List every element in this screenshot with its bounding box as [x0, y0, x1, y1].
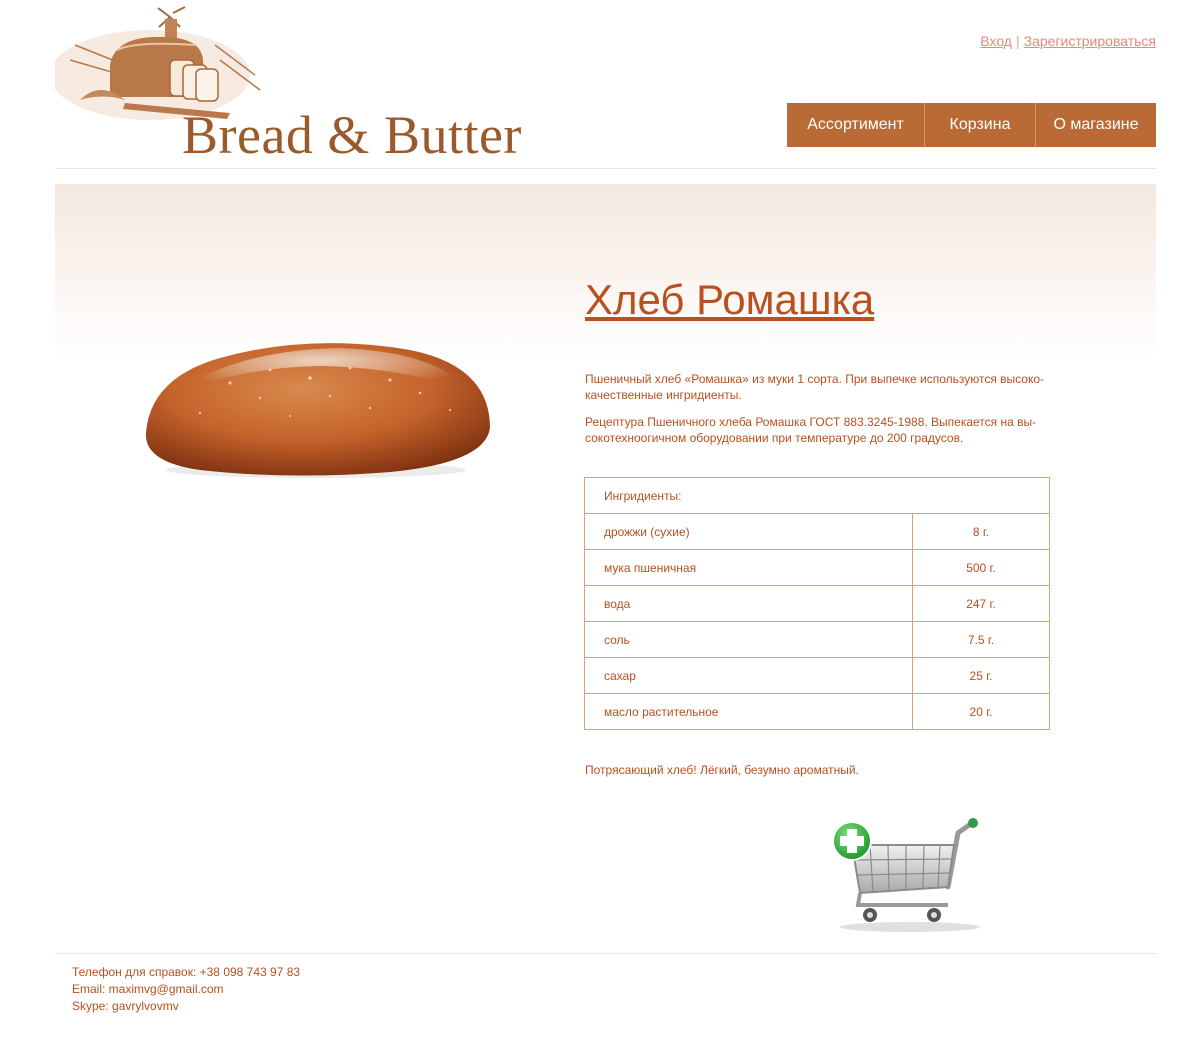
ingredients-header: Ингридиенты: — [584, 477, 1050, 514]
product-recipe: Рецептура Пшеничного хлеба Ромашка ГОСТ … — [585, 415, 1037, 445]
table-row: дрожжи (сухие) 8 г. — [584, 513, 1050, 550]
product-description: Пшеничный хлеб «Ромашка» из муки 1 сорта… — [585, 372, 1045, 402]
header-divider — [55, 168, 1156, 169]
footer-divider — [55, 953, 1156, 954]
ingredient-amount: 7.5 г. — [912, 621, 1050, 658]
ingredient-name: мука пшеничная — [584, 549, 913, 586]
auth-links: Вход | Зарегистрироваться — [980, 33, 1156, 49]
add-to-cart-icon[interactable] — [830, 815, 990, 935]
ingredient-amount: 25 г. — [912, 657, 1050, 694]
table-row: сахар 25 г. — [584, 657, 1050, 694]
ingredient-amount: 247 г. — [912, 585, 1050, 622]
register-link[interactable]: Зарегистрироваться — [1024, 33, 1156, 49]
ingredient-amount: 20 г. — [912, 693, 1050, 730]
table-row: масло растительное 20 г. — [584, 693, 1050, 730]
table-row: мука пшеничная 500 г. — [584, 549, 1050, 586]
ingredient-amount: 500 г. — [912, 549, 1050, 586]
product-image — [145, 343, 490, 478]
ingredient-name: дрожжи (сухие) — [584, 513, 913, 550]
footer: Телефон для справок: +38 098 743 97 83 E… — [72, 964, 300, 1015]
ingredient-name: масло растительное — [584, 693, 913, 730]
nav-item-cart[interactable]: Корзина — [924, 103, 1035, 147]
footer-email: Email: maximvg@gmail.com — [72, 982, 224, 996]
ingredients-header-row: Ингридиенты: — [584, 477, 1050, 514]
ingredient-name: сахар — [584, 657, 913, 694]
table-row: вода 247 г. — [584, 585, 1050, 622]
nav-item-assortment[interactable]: Ассортимент — [787, 103, 924, 147]
footer-skype: Skype: gavrylvovmv — [72, 999, 179, 1013]
product-note: Потрясающий хлеб! Лёгкий, безумно аромат… — [585, 763, 859, 777]
footer-phone: Телефон для справок: +38 098 743 97 83 — [72, 965, 301, 979]
ingredient-name: вода — [584, 585, 913, 622]
auth-separator: | — [1015, 33, 1020, 49]
ingredient-amount: 8 г. — [912, 513, 1050, 550]
product-title[interactable]: Хлеб Ромашка — [585, 276, 874, 324]
logo-text[interactable]: Bread & Butter — [182, 104, 522, 166]
nav-item-about[interactable]: О магазине — [1035, 103, 1156, 147]
login-link[interactable]: Вход — [980, 33, 1012, 49]
main-nav: Ассортимент Корзина О магазине — [787, 103, 1156, 147]
ingredient-name: соль — [584, 621, 913, 658]
hero-background — [55, 184, 1156, 359]
ingredients-table: Ингридиенты: дрожжи (сухие) 8 г. мука пш… — [584, 477, 1050, 730]
table-row: соль 7.5 г. — [584, 621, 1050, 658]
